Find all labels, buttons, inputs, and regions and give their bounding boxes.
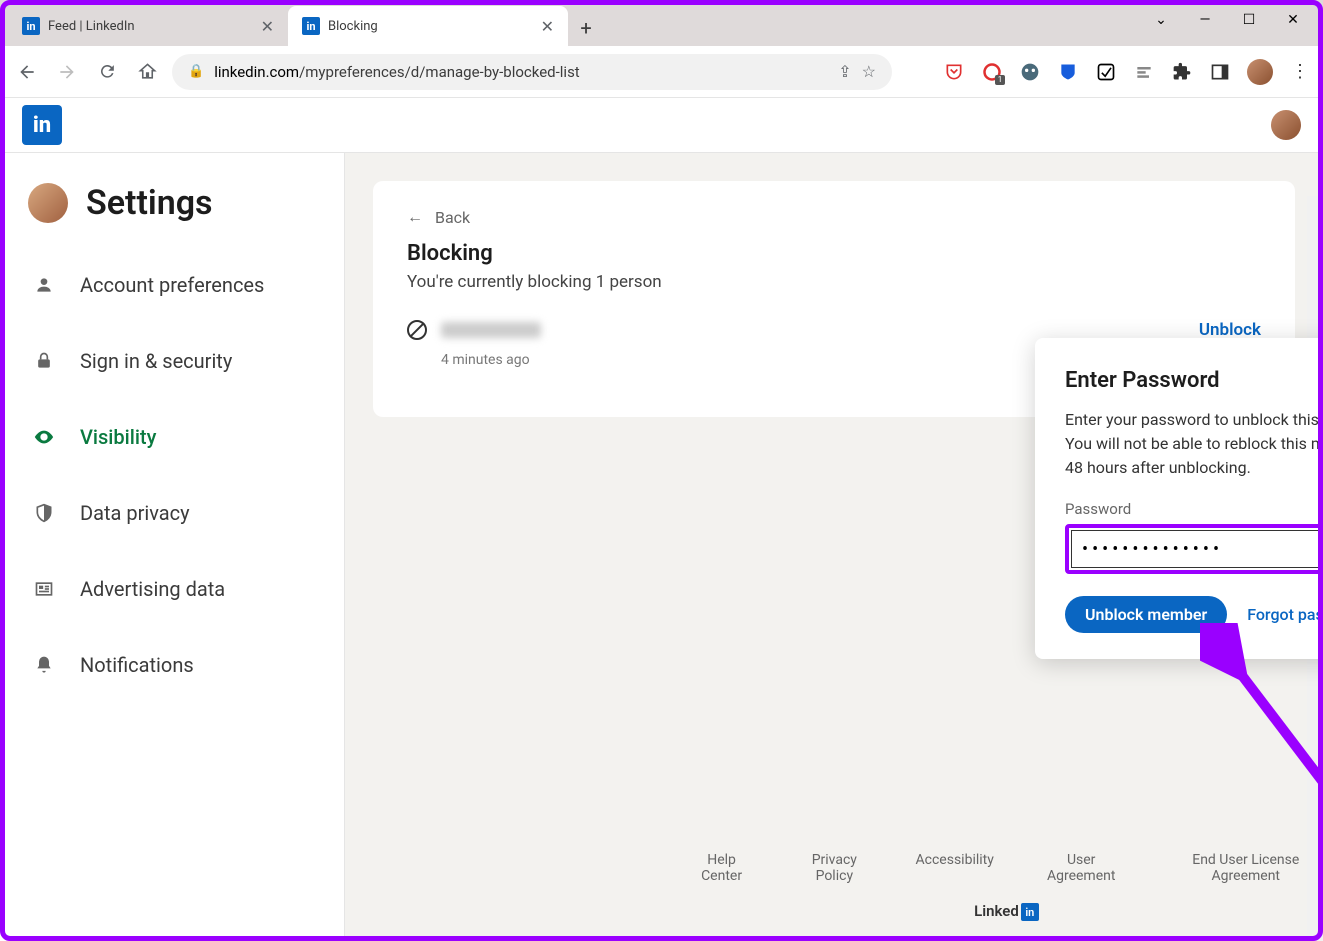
user-avatar[interactable] bbox=[1271, 110, 1301, 140]
profile-avatar[interactable] bbox=[1247, 59, 1273, 85]
bell-icon bbox=[32, 655, 56, 675]
unblock-link[interactable]: Unblock bbox=[1199, 320, 1261, 340]
footer-logo: Linkedin bbox=[690, 902, 1323, 922]
pocket-extension-icon[interactable] bbox=[943, 61, 965, 83]
nav-back-icon[interactable] bbox=[12, 57, 42, 87]
window-dropdown-icon[interactable]: ⌄ bbox=[1151, 10, 1171, 30]
browser-toolbar: 🔒 linkedin.com/mypreferences/d/manage-by… bbox=[0, 46, 1323, 98]
tab-close-icon[interactable]: ✕ bbox=[541, 17, 554, 36]
nav-label: Account preferences bbox=[80, 273, 264, 297]
card-title: Blocking bbox=[407, 241, 1261, 266]
arrow-left-icon: ← bbox=[407, 207, 423, 227]
back-button[interactable]: ← Back bbox=[407, 207, 1261, 227]
back-label: Back bbox=[435, 208, 470, 227]
window-maximize-icon[interactable]: ☐ bbox=[1239, 10, 1259, 30]
tab-title: Feed | LinkedIn bbox=[48, 19, 135, 34]
password-highlight bbox=[1065, 524, 1323, 574]
sidebar-item-notifications[interactable]: Notifications bbox=[0, 627, 344, 703]
footer-link-eula[interactable]: End User License Agreement bbox=[1169, 852, 1323, 884]
password-input[interactable] bbox=[1071, 530, 1323, 568]
page-footer: Help Center Privacy Policy Accessibility… bbox=[690, 852, 1323, 922]
nav-label: Data privacy bbox=[80, 501, 190, 525]
unblock-member-button[interactable]: Unblock member bbox=[1065, 596, 1227, 633]
nav-label: Notifications bbox=[80, 653, 194, 677]
modal-title: Enter Password bbox=[1065, 368, 1220, 393]
nav-label: Sign in & security bbox=[80, 349, 232, 373]
sidebar-item-signin-security[interactable]: Sign in & security bbox=[0, 323, 344, 399]
card-subtitle: You're currently blocking 1 person bbox=[407, 272, 1261, 292]
browser-tabbar: in Feed | LinkedIn ✕ in Blocking ✕ + bbox=[0, 0, 1323, 46]
modal-description: Enter your password to unblock this memb… bbox=[1065, 408, 1323, 480]
eye-icon bbox=[32, 426, 56, 448]
extension-icon[interactable]: 1 bbox=[981, 61, 1003, 83]
sidebar-item-advertising-data[interactable]: Advertising data bbox=[0, 551, 344, 627]
enter-password-modal: Enter Password ✕ Enter your password to … bbox=[1035, 338, 1323, 659]
extensions-puzzle-icon[interactable] bbox=[1171, 61, 1193, 83]
extension-icon[interactable] bbox=[1019, 61, 1041, 83]
tab-close-icon[interactable]: ✕ bbox=[261, 17, 274, 36]
reload-icon[interactable] bbox=[92, 57, 122, 87]
sidebar-item-data-privacy[interactable]: Data privacy bbox=[0, 475, 344, 551]
url-bar[interactable]: 🔒 linkedin.com/mypreferences/d/manage-by… bbox=[172, 54, 892, 90]
page-title: Settings bbox=[86, 183, 213, 223]
new-tab-button[interactable]: + bbox=[568, 10, 604, 46]
sidebar-item-account-preferences[interactable]: Account preferences bbox=[0, 247, 344, 323]
footer-link-accessibility[interactable]: Accessibility bbox=[916, 852, 994, 884]
user-avatar bbox=[28, 183, 68, 223]
browser-tab-feed[interactable]: in Feed | LinkedIn ✕ bbox=[8, 6, 288, 46]
url-text: linkedin.com/mypreferences/d/manage-by-b… bbox=[214, 63, 828, 81]
main-content: ← Back Blocking You're currently blockin… bbox=[345, 98, 1323, 941]
footer-link-help[interactable]: Help Center bbox=[690, 852, 753, 884]
linkedin-topbar: in bbox=[0, 98, 1323, 153]
shield-icon bbox=[32, 503, 56, 523]
browser-tab-blocking[interactable]: in Blocking ✕ bbox=[288, 6, 568, 46]
sidebar-item-visibility[interactable]: Visibility bbox=[0, 399, 344, 475]
blocked-member-name bbox=[441, 322, 541, 338]
linkedin-favicon-icon: in bbox=[302, 17, 320, 35]
window-close-icon[interactable]: ✕ bbox=[1283, 10, 1303, 30]
forgot-password-link[interactable]: Forgot password bbox=[1247, 605, 1323, 624]
bookmark-star-icon[interactable]: ☆ bbox=[862, 62, 876, 81]
window-controls: ⌄ — ☐ ✕ bbox=[1151, 10, 1303, 30]
linkedin-logo-icon[interactable]: in bbox=[22, 105, 62, 145]
tab-title: Blocking bbox=[328, 19, 378, 34]
password-label: Password bbox=[1065, 500, 1323, 518]
footer-link-user-agreement[interactable]: User Agreement bbox=[1038, 852, 1125, 884]
settings-sidebar: Settings Account preferences Sign in & s… bbox=[0, 98, 345, 941]
home-icon[interactable] bbox=[132, 57, 162, 87]
page-content: in Settings Account preferences Sign in … bbox=[0, 98, 1323, 941]
block-icon bbox=[407, 320, 427, 340]
nav-forward-icon[interactable] bbox=[52, 57, 82, 87]
footer-link-privacy[interactable]: Privacy Policy bbox=[797, 852, 871, 884]
sidepanel-icon[interactable] bbox=[1209, 61, 1231, 83]
linkedin-favicon-icon: in bbox=[22, 17, 40, 35]
lock-icon bbox=[32, 351, 56, 371]
browser-menu-icon[interactable]: ⋮ bbox=[1289, 61, 1311, 83]
window-minimize-icon[interactable]: — bbox=[1195, 10, 1215, 30]
extension-icon[interactable] bbox=[1133, 61, 1155, 83]
newspaper-icon bbox=[32, 579, 56, 599]
extension-icon[interactable] bbox=[1095, 61, 1117, 83]
bitwarden-extension-icon[interactable] bbox=[1057, 61, 1079, 83]
person-icon bbox=[32, 275, 56, 295]
lock-icon: 🔒 bbox=[188, 64, 204, 79]
nav-label: Advertising data bbox=[80, 577, 225, 601]
nav-label: Visibility bbox=[80, 425, 156, 449]
share-icon[interactable]: ⇪ bbox=[838, 62, 851, 81]
